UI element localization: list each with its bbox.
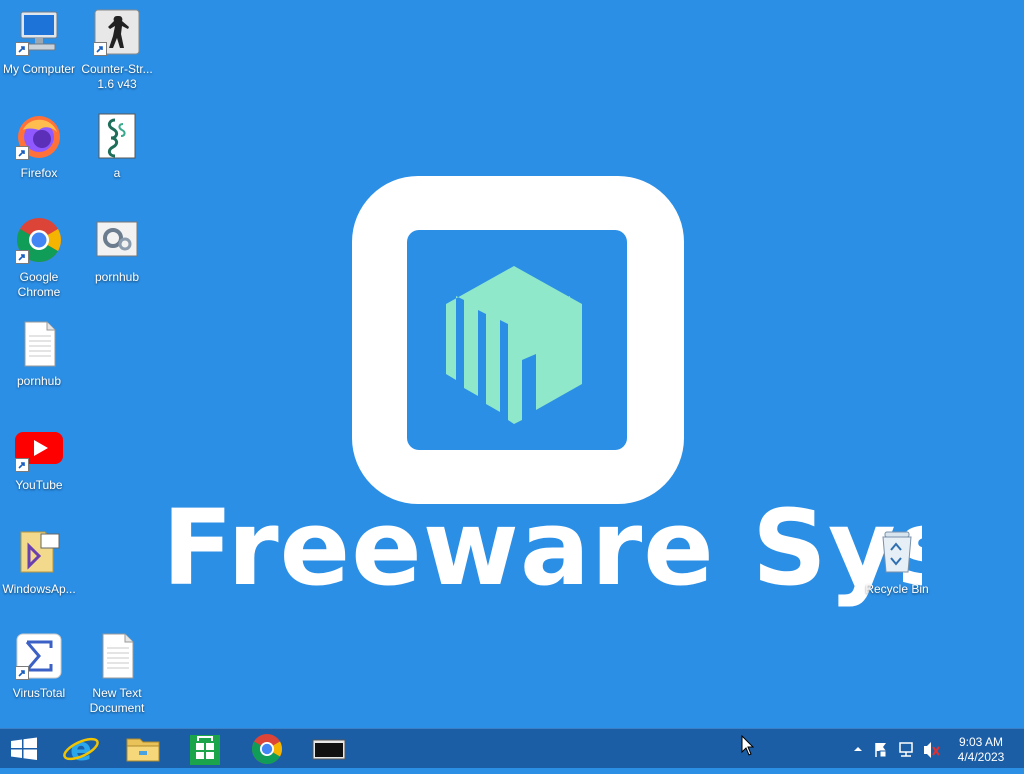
clock-date: 4/4/2023: [957, 750, 1005, 764]
taskbar-store[interactable]: [176, 729, 234, 769]
youtube-icon: [15, 424, 63, 472]
network-icon[interactable]: [899, 742, 913, 757]
mouse-cursor-icon: [741, 735, 755, 756]
shortcut-arrow-icon: [15, 146, 29, 160]
desktop-icon-my-computer[interactable]: My Computer: [0, 8, 78, 77]
computer-icon: [15, 8, 63, 56]
desktop-icon-pornhub-text[interactable]: pornhub: [0, 320, 78, 389]
chrome-icon: [15, 216, 63, 264]
desktop-icon-label: Counter-Str... 1.6 v43: [81, 62, 153, 91]
desktop-icon-label: pornhub: [16, 374, 62, 388]
desktop-icon-label: Recycle Bin: [865, 582, 929, 596]
desktop-icon-label: Google Chrome: [17, 270, 61, 299]
desktop-icon-counter-strike[interactable]: Counter-Str... 1.6 v43: [78, 8, 156, 92]
store-icon: [190, 735, 220, 765]
taskbar-file-explorer[interactable]: [114, 729, 172, 769]
desktop-icon-label: VirusTotal: [12, 686, 66, 700]
taskbar-terminal[interactable]: [300, 729, 358, 769]
wallpaper-logo: [352, 176, 684, 504]
shortcut-arrow-icon: [15, 250, 29, 264]
counter-strike-icon: [93, 8, 141, 56]
desktop-icon-virustotal[interactable]: VirusTotal: [0, 632, 78, 701]
desktop-icon-label: New Text Document: [89, 686, 145, 715]
clock-time: 9:03 AM: [958, 735, 1004, 749]
shortcut-arrow-icon: [93, 42, 107, 56]
windows-logo-icon: [11, 737, 37, 760]
desktop-icon-pornhub-config[interactable]: pornhub: [78, 216, 156, 285]
desktop-icon-recycle-bin[interactable]: Recycle Bin: [858, 528, 936, 597]
desktop-icon-label: YouTube: [15, 478, 63, 492]
firefox-icon: [15, 112, 63, 160]
desktop-icon-a[interactable]: a: [78, 112, 156, 181]
start-button[interactable]: [0, 729, 58, 769]
text-file-icon: [93, 632, 141, 680]
text-file-icon: [15, 320, 63, 368]
taskbar-chrome[interactable]: [238, 729, 296, 769]
desktop-icon-label: a: [113, 166, 121, 180]
desktop-icon-youtube[interactable]: YouTube: [0, 424, 78, 493]
desktop-icon-label: My Computer: [2, 62, 76, 76]
system-tray: [848, 729, 944, 769]
shortcut-arrow-icon: [15, 458, 29, 472]
chrome-icon: [251, 734, 283, 765]
desktop-icon-label: WindowsAp...: [2, 582, 76, 596]
internet-explorer-icon: e: [63, 730, 99, 768]
recycle-bin-icon: [873, 528, 921, 576]
action-center-flag-icon[interactable]: [875, 743, 887, 758]
shortcut-arrow-icon: [15, 42, 29, 56]
svg-text:e: e: [70, 730, 92, 768]
visual-studio-project-icon: [15, 528, 63, 576]
settings-file-icon: [93, 216, 141, 264]
clock[interactable]: 9:03 AM 4/4/2023: [946, 735, 1016, 765]
virustotal-icon: [15, 632, 63, 680]
shortcut-arrow-icon: [15, 666, 29, 680]
taskbar: e 9:03 AM 4/4/2023: [0, 728, 1024, 768]
taskbar-internet-explorer[interactable]: e: [52, 729, 110, 769]
desktop-icon-firefox[interactable]: Firefox: [0, 112, 78, 181]
desktop-icon-google-chrome[interactable]: Google Chrome: [0, 216, 78, 300]
script-file-icon: [93, 112, 141, 160]
desktop-icon-windowsapp[interactable]: WindowsAp...: [0, 528, 78, 597]
desktop-icon-label: pornhub: [94, 270, 140, 284]
terminal-icon: [312, 739, 346, 760]
volume-muted-icon[interactable]: [924, 742, 940, 758]
show-hidden-icons-button[interactable]: [854, 747, 862, 751]
desktop-icon-label: Firefox: [20, 166, 58, 180]
file-explorer-icon: [126, 738, 160, 762]
wallpaper-text: Freeware Sys: [162, 488, 922, 609]
desktop-icon-new-text-document[interactable]: New Text Document: [78, 632, 156, 716]
